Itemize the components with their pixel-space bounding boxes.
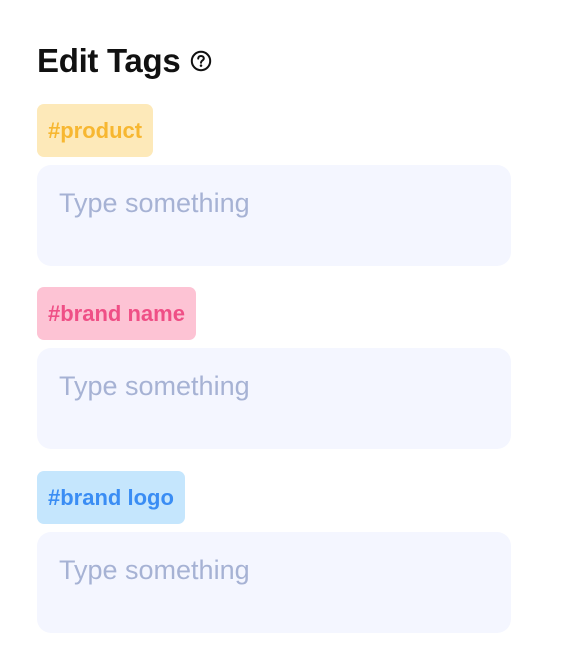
tag-badge-brand-logo[interactable]: #brand logo <box>37 471 185 524</box>
tag-input-product[interactable] <box>37 165 511 266</box>
question-circle-icon[interactable] <box>190 50 212 72</box>
tag-badge-product[interactable]: #product <box>37 104 154 157</box>
tag-badge-brand-name[interactable]: #brand name <box>37 287 196 340</box>
tag-group-brand-logo: #brand logo <box>37 471 511 633</box>
tag-input-brand-name[interactable] <box>37 348 511 449</box>
tag-group-brand-name: #brand name <box>37 287 511 449</box>
tag-group-product: #product <box>37 104 511 266</box>
page-title: Edit Tags <box>37 42 181 79</box>
edit-tags-panel: Edit Tags <box>37 40 511 82</box>
panel-header: Edit Tags <box>37 40 511 82</box>
tag-input-brand-logo[interactable] <box>37 532 511 633</box>
